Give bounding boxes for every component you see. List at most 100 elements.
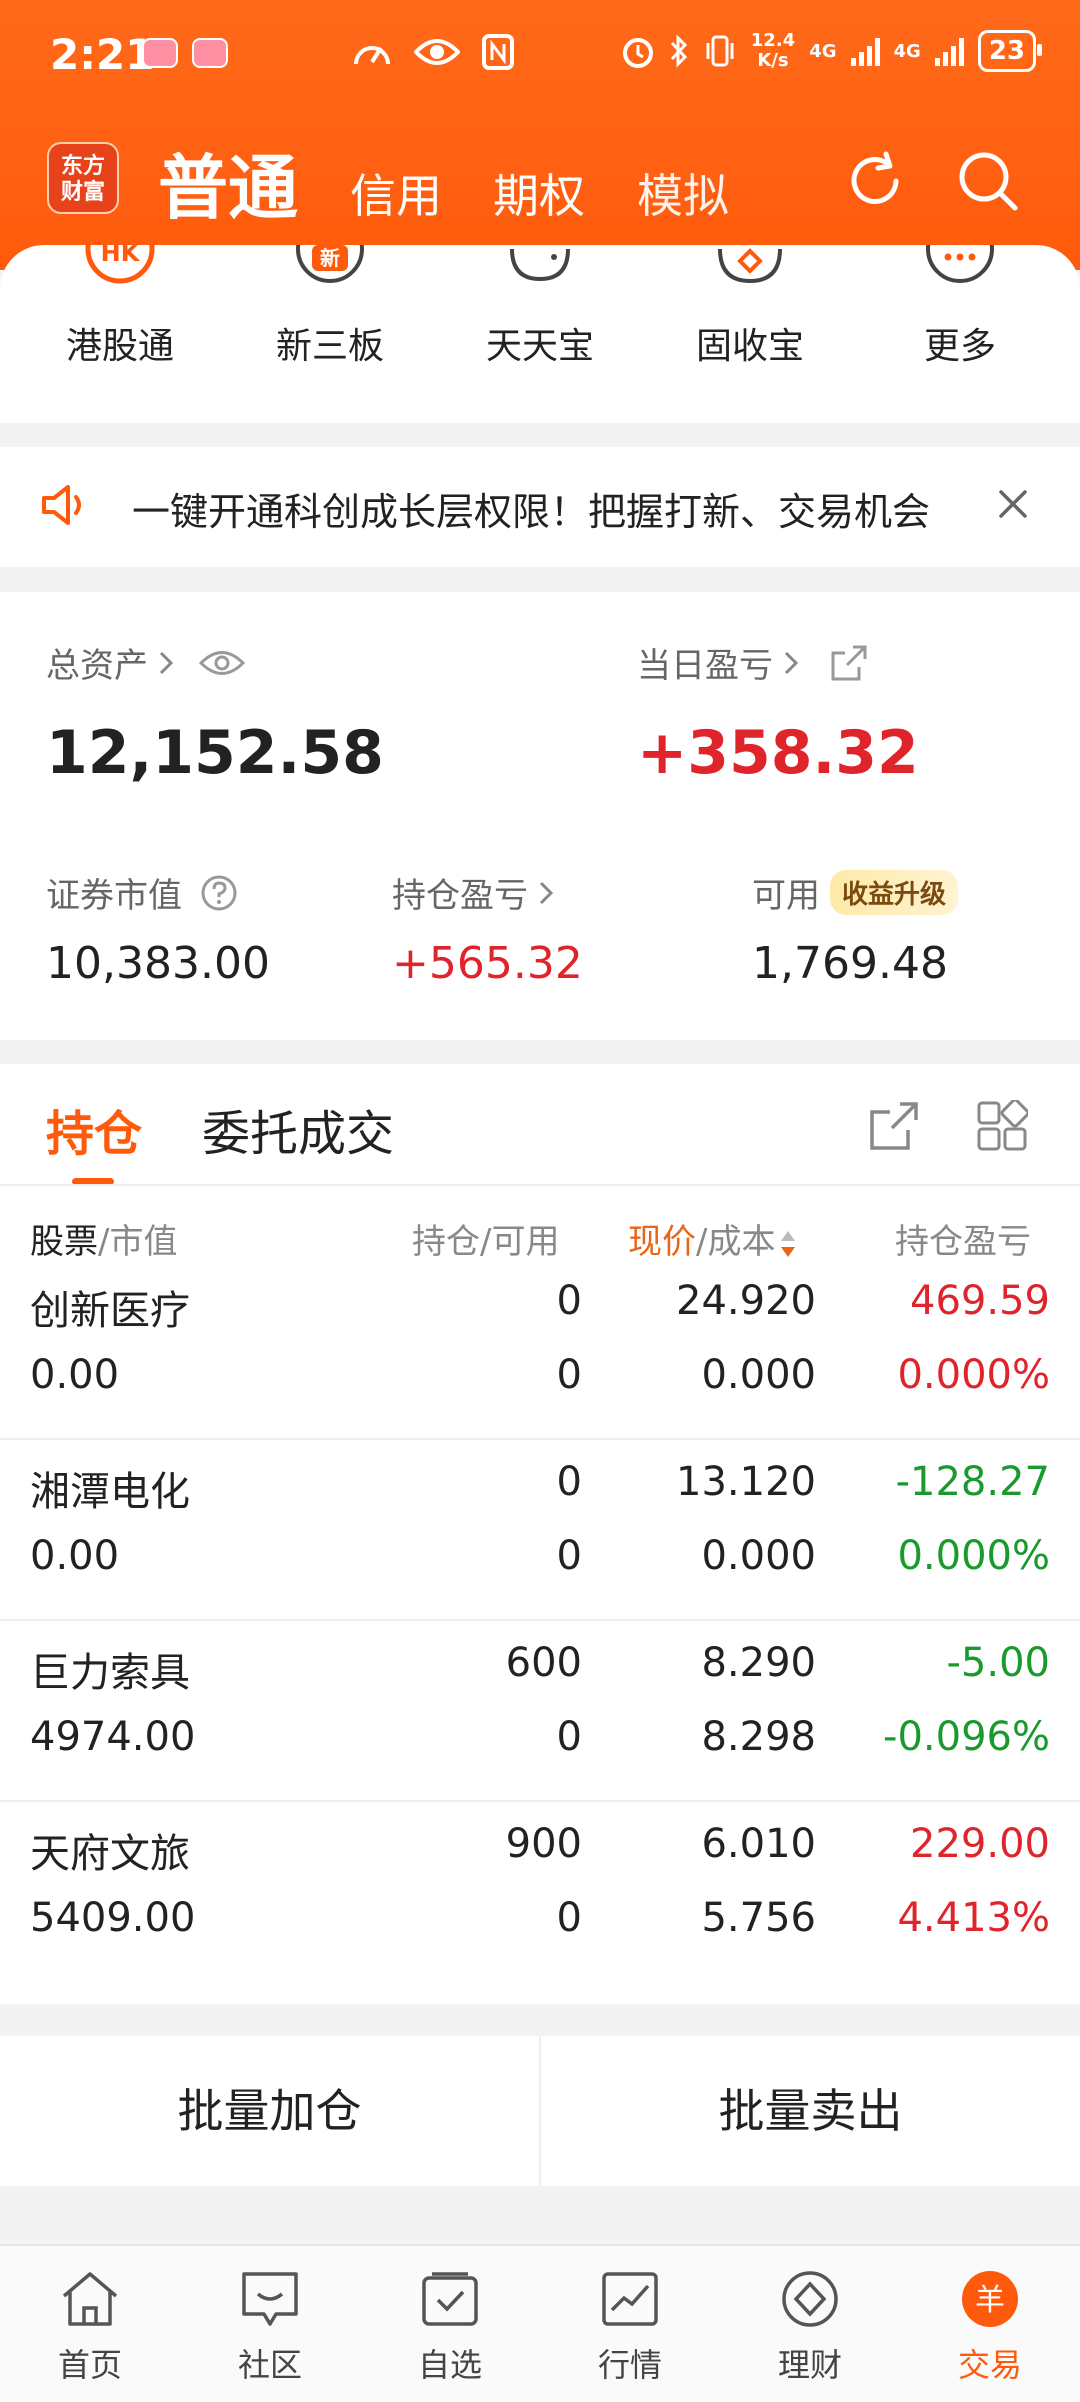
available-value: 1,769.48 (752, 938, 948, 989)
logo-line1: 东方 (60, 154, 105, 179)
fixed-income-icon (712, 245, 788, 287)
export-icon[interactable] (868, 1100, 920, 1152)
more-icon (922, 245, 998, 287)
tab-credit[interactable]: 信用 (350, 160, 442, 226)
chat-icon (242, 2272, 298, 2326)
nav-home[interactable]: 首页 (0, 2270, 180, 2386)
tab-holdings[interactable]: 持仓 (46, 1094, 142, 1164)
quick-item-label: 固收宝 (695, 326, 804, 367)
chevron-right-icon (159, 651, 174, 674)
nav-watchlist[interactable]: 自选 (360, 2270, 540, 2386)
tab-orders[interactable]: 委托成交 (202, 1094, 394, 1164)
daily-pl-label: 当日盈亏 (637, 646, 773, 686)
row-divider (0, 1438, 1080, 1440)
refresh-icon[interactable] (842, 148, 908, 214)
help-icon[interactable] (200, 874, 238, 912)
header-stock: 股票/市值 (30, 1214, 177, 1263)
status-right-icons: 12.4 K/s 4G 4G 23 (621, 30, 1043, 72)
cell-value: 0.00 (30, 1352, 120, 1398)
app-notification-icon (142, 38, 178, 68)
cell-pct: -0.096% (883, 1714, 1050, 1760)
market-value-label-group: 证券市值 (46, 868, 238, 917)
new-board-icon: 新 (292, 245, 368, 287)
header-market-value-text: /市值 (98, 1222, 178, 1262)
hk-icon: HK (82, 245, 158, 287)
new-board-icon-text: 新 (320, 246, 340, 270)
notice-text[interactable]: 一键开通科创成长层权限！把握打新、交易机会 (132, 481, 942, 536)
nav-market[interactable]: 行情 (540, 2270, 720, 2386)
cell-name: 湘潭电化 (30, 1469, 190, 1515)
row-divider (0, 1800, 1080, 1802)
speaker-icon (42, 485, 81, 525)
table-row[interactable]: 湘潭电化 0.00 0 0 13.120 0.000 -128.27 0.000% (0, 1441, 1080, 1621)
cell-value: 0.00 (30, 1533, 120, 1579)
quick-menu: HK 港股通 新 新三板 天天宝 固收宝 更多 (0, 245, 1080, 423)
battery-indicator: 23 (977, 30, 1043, 72)
quick-item-more[interactable]: 更多 (860, 245, 1060, 369)
cell-avail: 0 (556, 1352, 582, 1398)
nav-label: 自选 (417, 2346, 482, 2384)
cell-cost: 0.000 (701, 1352, 816, 1398)
grid-layout-icon[interactable] (976, 1100, 1028, 1152)
share-icon[interactable] (829, 643, 869, 683)
cell-cost: 0.000 (701, 1533, 816, 1579)
nav-wealth[interactable]: 理财 (720, 2270, 900, 2386)
header-price-cost[interactable]: 现价/成本 (628, 1214, 797, 1263)
quick-item-tiantianbao[interactable]: 天天宝 (440, 245, 640, 369)
net-type-2: 4G (893, 40, 921, 62)
yield-upgrade-badge[interactable]: 收益升级 (830, 870, 959, 915)
header-stock-text: 股票 (30, 1222, 98, 1262)
market-value-label: 证券市值 (46, 876, 182, 916)
nav-trade[interactable]: 羊 交易 (900, 2270, 1080, 2386)
net-type-1: 4G (809, 40, 837, 62)
batch-sell-button[interactable]: 批量卖出 (541, 2036, 1080, 2186)
table-row[interactable]: 巨力索具 4974.00 600 0 8.290 8.298 -5.00 -0.096% (0, 1622, 1080, 1802)
table-row[interactable]: 天府文旅 5409.00 900 0 6.010 5.756 229.00 4.413% (0, 1803, 1080, 1983)
cell-price: 24.920 (676, 1278, 816, 1324)
quick-item-neeq[interactable]: 新 新三板 (230, 245, 430, 369)
tab-normal[interactable]: 普通 (158, 132, 298, 233)
speedometer-icon (354, 46, 390, 65)
cell-avail: 0 (556, 1714, 582, 1760)
total-assets-label-group[interactable]: 总资产 (46, 638, 246, 687)
close-icon[interactable] (996, 487, 1030, 521)
tab-options[interactable]: 期权 (493, 160, 585, 226)
nav-label: 行情 (597, 2346, 662, 2384)
quick-item-fixed-income[interactable]: 固收宝 (650, 245, 850, 369)
batch-actions: 批量加仓 批量卖出 (0, 2036, 1080, 2186)
line-chart-icon (602, 2272, 658, 2326)
cell-pl: 469.59 (910, 1278, 1050, 1324)
nav-community[interactable]: 社区 (180, 2270, 360, 2386)
signal-icon-2 (934, 36, 964, 66)
nav-label: 交易 (957, 2346, 1022, 2384)
alarm-icon (622, 38, 653, 68)
table-row[interactable]: 创新医疗 0.00 0 0 24.920 0.000 469.59 0.000% (0, 1260, 1080, 1440)
assets-summary: 总资产 12,152.58 当日盈亏 +358.32 证券市值 10,383.0… (0, 592, 1080, 1040)
batch-add-button[interactable]: 批量加仓 (0, 2036, 539, 2186)
status-bar: 2:21 12.4 K/s 4G 4G 23 (0, 0, 1080, 110)
holding-pl-label-group[interactable]: 持仓盈亏 (392, 868, 554, 917)
quick-item-label: 港股通 (65, 326, 174, 367)
hk-icon-text: HK (101, 245, 141, 267)
cell-cost: 8.298 (701, 1714, 816, 1760)
cell-avail: 0 (556, 1895, 582, 1941)
net-speed-value: 12.4 (750, 30, 796, 51)
trade-icon-text: 羊 (975, 2283, 1005, 2318)
header-pl: 持仓盈亏 (895, 1222, 1031, 1262)
quick-item-hk-connect[interactable]: HK 港股通 (20, 245, 220, 369)
cell-qty: 600 (505, 1640, 582, 1686)
eye-icon[interactable] (198, 648, 246, 678)
nfc-icon (482, 34, 514, 70)
total-assets-value: 12,152.58 (46, 718, 384, 788)
search-icon[interactable] (955, 148, 1021, 214)
cell-price: 13.120 (676, 1459, 816, 1505)
nav-label: 首页 (57, 2346, 122, 2384)
tab-simulation[interactable]: 模拟 (637, 160, 729, 226)
cell-qty: 0 (556, 1459, 582, 1505)
quick-item-label: 新三板 (275, 326, 384, 367)
notice-bar[interactable]: 一键开通科创成长层权限！把握打新、交易机会 (0, 447, 1080, 567)
daily-pl-label-group[interactable]: 当日盈亏 (637, 638, 869, 687)
header-holding: 持仓/可用 (412, 1222, 560, 1262)
total-assets-label: 总资产 (46, 646, 148, 686)
positions-panel: 持仓 委托成交 股票/市值 持仓/可用 现价/成本 持仓盈亏 创新医疗 0.00 0… (0, 1064, 1080, 2004)
